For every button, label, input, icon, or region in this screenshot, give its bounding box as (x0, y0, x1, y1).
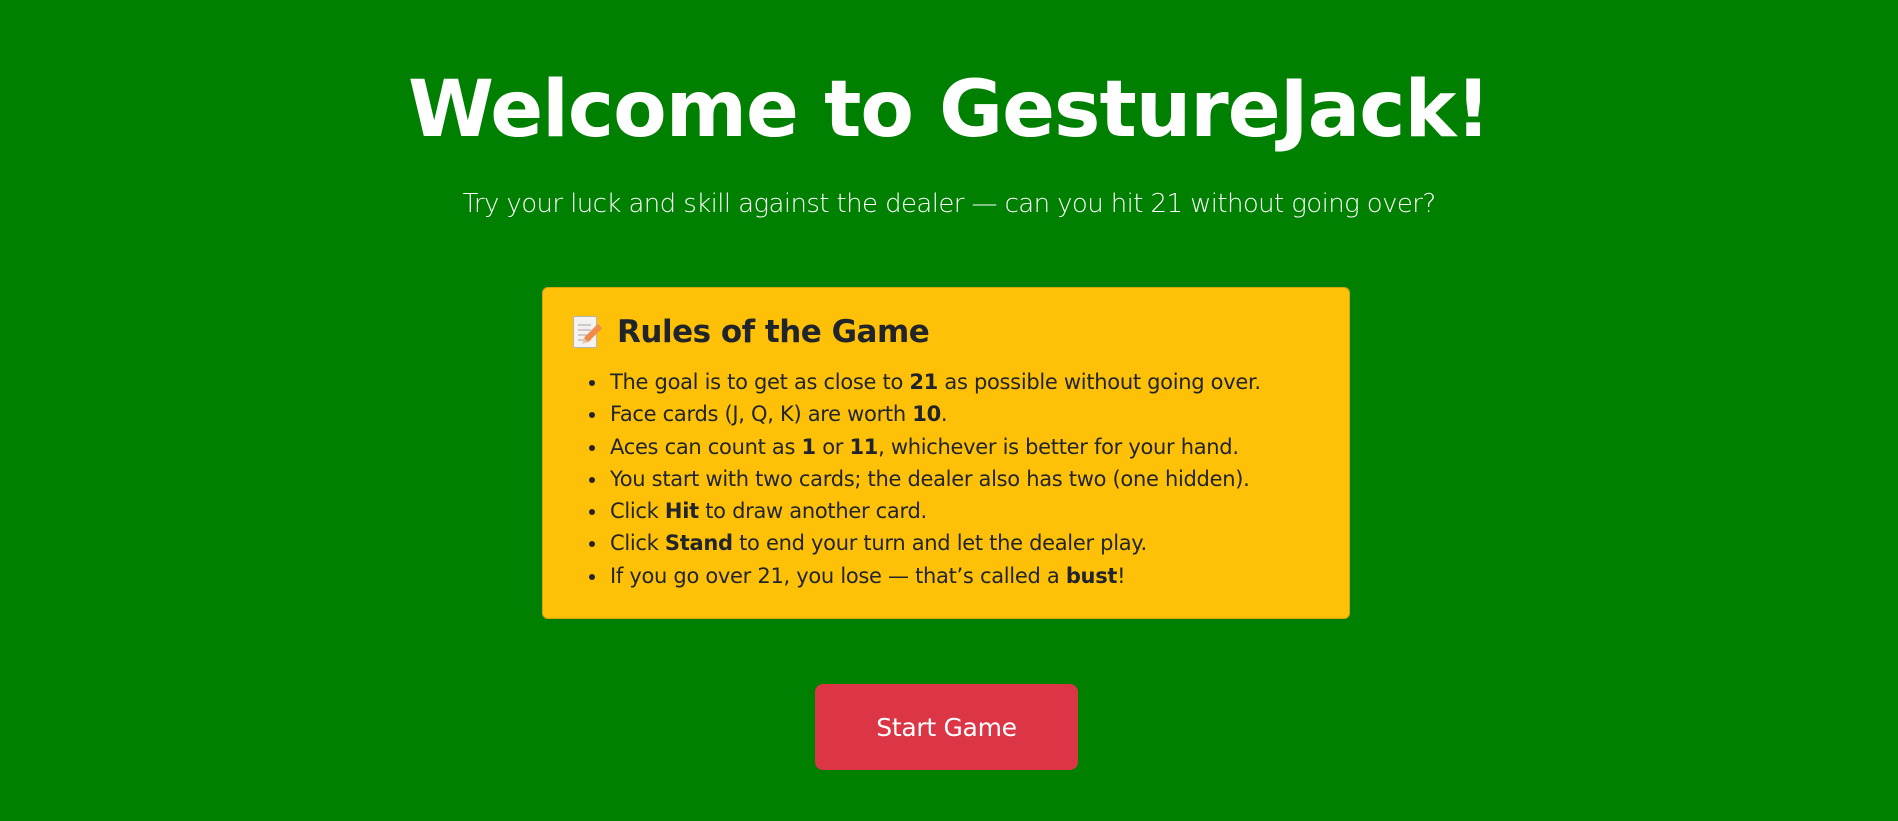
rule-emphasis: 21 (909, 370, 938, 394)
rule-emphasis: 1 (801, 434, 817, 459)
rule-item: If you go over 21, you lose — that’s cal… (608, 560, 1321, 592)
rules-heading-text: Rules of the Game (617, 314, 930, 350)
rule-item: Aces can count as 1 or 11, whichever is … (608, 431, 1321, 463)
rule-item: Click Hit to draw another card. (608, 495, 1321, 527)
rule-item: You start with two cards; the dealer als… (608, 463, 1321, 495)
memo-icon (571, 313, 603, 351)
rules-heading: Rules of the Game (571, 310, 1321, 354)
page-subtitle: Try your luck and skill against the deal… (462, 189, 1436, 219)
rules-list: The goal is to get as close to 21 as pos… (571, 366, 1321, 592)
start-game-button[interactable]: Start Game (815, 684, 1078, 770)
rule-emphasis: 11 (849, 434, 879, 459)
page-title: Welcome to GestureJack! (408, 65, 1491, 155)
rule-text: Face cards (J, Q, K) are worth (610, 402, 913, 427)
rule-text: If you go over 21, you lose — that’s cal… (610, 563, 1066, 588)
rule-item: Face cards (J, Q, K) are worth 10. (608, 398, 1321, 430)
rule-item: Click Stand to end your turn and let the… (608, 527, 1321, 559)
rules-card: Rules of the Game The goal is to get as … (542, 287, 1350, 619)
rule-emphasis: Stand (664, 531, 733, 556)
rule-text: Click (610, 499, 665, 524)
rule-emphasis: Hit (664, 499, 699, 524)
rule-text: to draw another card. (698, 499, 927, 524)
rule-text: Aces can count as (610, 434, 802, 459)
rule-text: Click (610, 531, 665, 556)
rule-text: You start with two cards; the dealer als… (610, 466, 1250, 491)
rule-text: The goal is to get as close to (610, 370, 910, 394)
rule-text: to end your turn and let the dealer play… (732, 531, 1147, 556)
rule-text: or (815, 434, 850, 459)
rule-text: ! (1117, 563, 1126, 588)
rule-emphasis: 10 (912, 402, 941, 427)
rule-text: , whichever is better for your hand. (878, 434, 1239, 459)
rule-text: . (940, 402, 948, 427)
rule-item: The goal is to get as close to 21 as pos… (608, 366, 1321, 398)
rule-emphasis: bust (1065, 563, 1118, 588)
rule-text: as possible without going over. (938, 370, 1261, 394)
